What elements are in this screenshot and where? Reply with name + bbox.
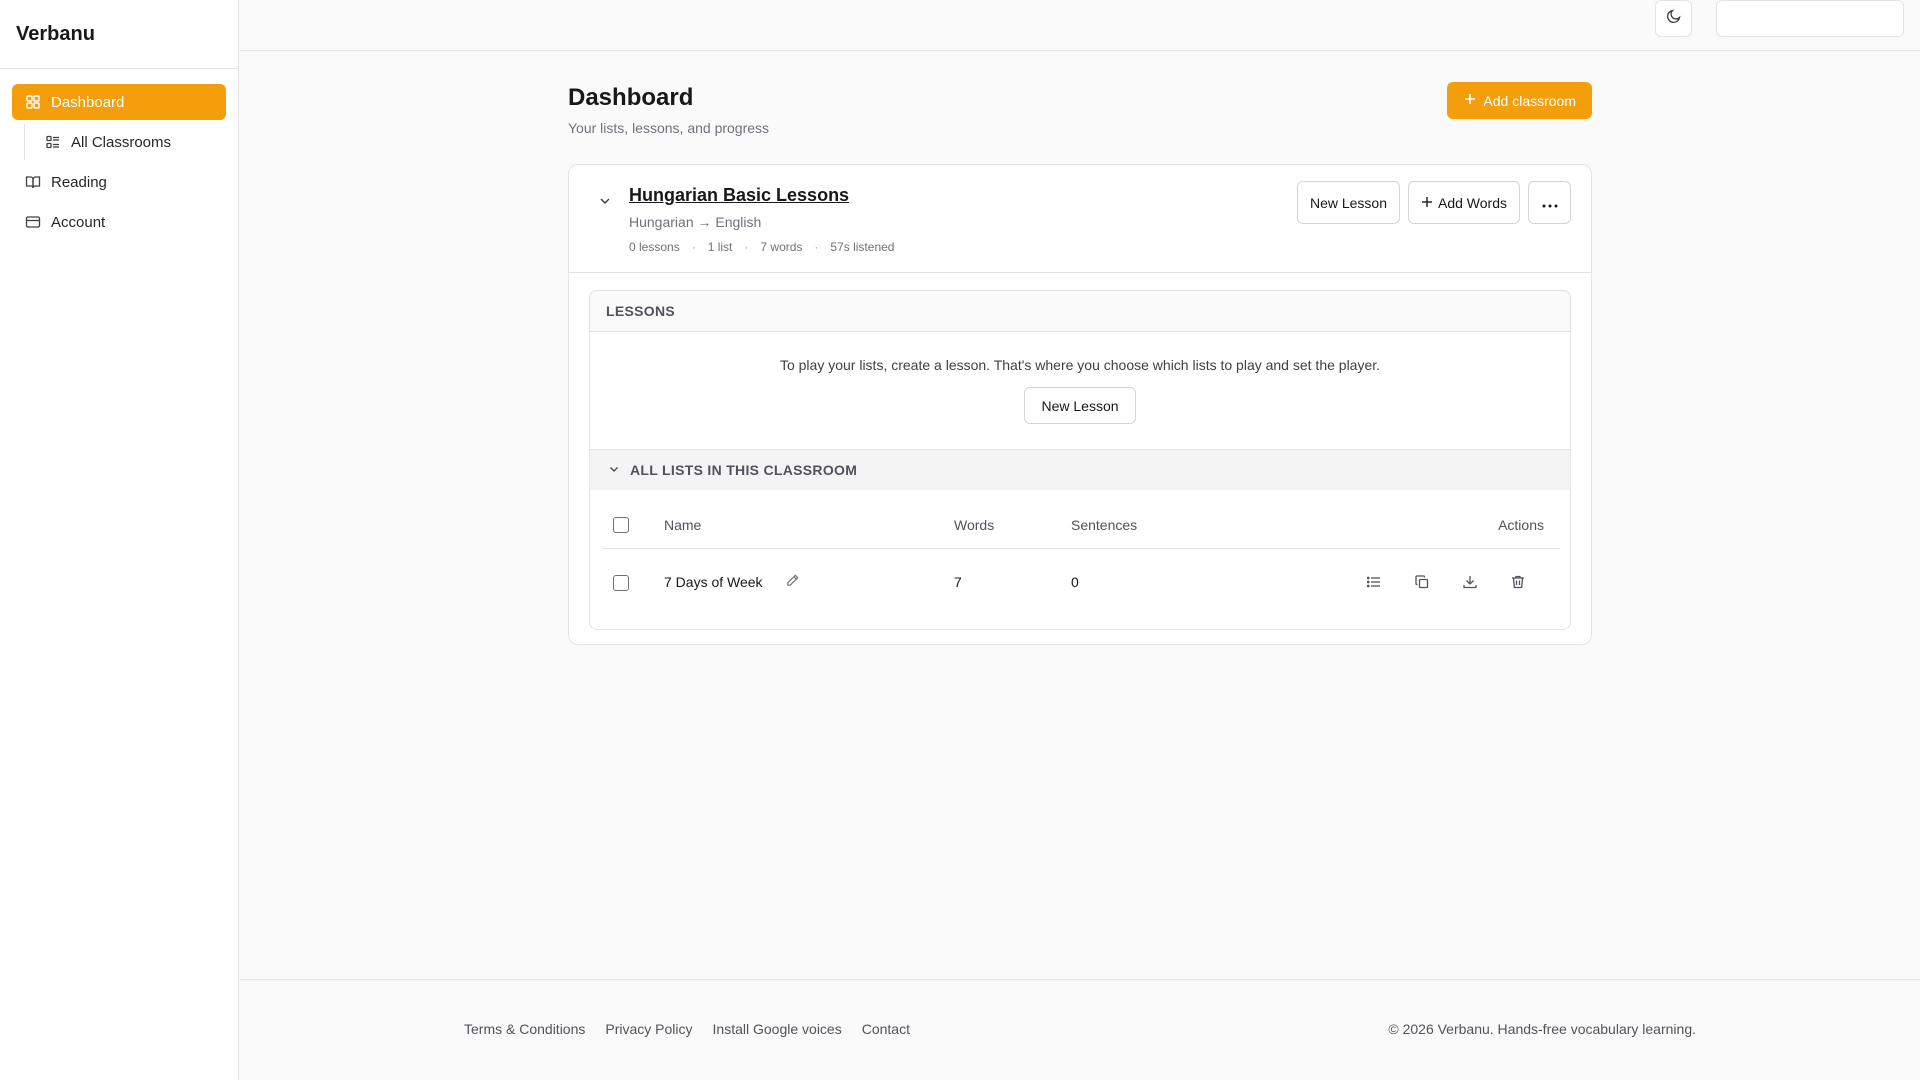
footer: Terms & Conditions Privacy Policy Instal… [240, 979, 1920, 1080]
footer-link-google-voices[interactable]: Install Google voices [713, 1021, 842, 1037]
new-lesson-button-empty[interactable]: New Lesson [1024, 387, 1136, 424]
sidebar-subnav: All Classrooms [24, 124, 226, 160]
list-view-icon[interactable] [1362, 570, 1386, 594]
row-words: 7 [954, 574, 962, 591]
stat-listened: 57s listened [830, 240, 895, 254]
add-classroom-label: Add classroom [1483, 92, 1576, 109]
list-name[interactable]: 7 Days of Week [664, 574, 763, 590]
table-header-row: Name Words Sentences Actions [602, 502, 1560, 549]
classroom-actions: New Lesson Add Words [1296, 181, 1571, 224]
ellipsis-icon [1542, 195, 1558, 211]
lessons-panel: LESSONS To play your lists, create a les… [589, 290, 1571, 630]
column-actions: Actions [1321, 502, 1560, 549]
lessons-empty-text: To play your lists, create a lesson. Tha… [779, 357, 1381, 373]
classroom-card: Hungarian Basic Lessons Hungarian → Engl… [568, 164, 1592, 645]
chevron-down-icon [608, 462, 620, 478]
sidebar-item-label: Account [51, 213, 106, 231]
separator-dot: · [691, 240, 696, 254]
grid-icon [25, 94, 41, 110]
sidebar-item-account[interactable]: Account [12, 204, 226, 240]
user-menu-box[interactable] [1716, 0, 1904, 37]
lists-table: Name Words Sentences Actions 7 Days of W… [602, 502, 1560, 616]
add-words-label: Add Words [1438, 194, 1507, 211]
select-all-checkbox[interactable] [613, 517, 629, 534]
footer-link-privacy[interactable]: Privacy Policy [605, 1021, 692, 1037]
moon-icon [1666, 8, 1682, 29]
column-words: Words [954, 502, 1071, 549]
footer-link-contact[interactable]: Contact [862, 1021, 910, 1037]
column-name: Name [664, 502, 954, 549]
stat-lists: 1 list [707, 240, 733, 254]
sidebar-item-label: All Classrooms [71, 133, 172, 151]
sidebar-item-reading[interactable]: Reading [12, 164, 226, 200]
all-lists-heading: ALL LISTS IN THIS CLASSROOM [630, 462, 858, 478]
sidebar: Verbanu Dashboard All Classrooms Reading [0, 0, 239, 1080]
plus-icon [1421, 195, 1433, 211]
separator-dot: · [744, 240, 749, 254]
list-icon [45, 134, 61, 150]
more-options-button[interactable] [1528, 181, 1571, 224]
page-title: Dashboard [568, 84, 694, 111]
row-sentences: 0 [1071, 574, 1079, 591]
topbar [240, 0, 1920, 51]
classroom-stats: 0 lessons · 1 list · 7 words · 57s liste… [629, 240, 894, 254]
column-sentences: Sentences [1071, 502, 1321, 549]
sidebar-item-dashboard[interactable]: Dashboard [12, 84, 226, 120]
main-content: Dashboard Your lists, lessons, and progr… [568, 82, 1592, 645]
card-icon [25, 214, 41, 230]
pencil-icon[interactable] [785, 573, 800, 591]
classroom-title[interactable]: Hungarian Basic Lessons [629, 185, 849, 206]
sidebar-item-label: Reading [51, 173, 107, 191]
select-all-cell [602, 502, 664, 549]
book-icon [25, 174, 41, 190]
download-icon[interactable] [1458, 570, 1482, 594]
classroom-languages: Hungarian → English [629, 214, 762, 230]
row-checkbox[interactable] [613, 574, 629, 591]
plus-icon [1463, 92, 1477, 109]
row-name-cell: 7 Days of Week [664, 548, 954, 616]
table-row: 7 Days of Week 7 0 [602, 548, 1560, 616]
theme-toggle-button[interactable] [1655, 0, 1692, 37]
row-actions [1321, 548, 1560, 616]
copy-icon[interactable] [1410, 570, 1434, 594]
page-header: Dashboard Your lists, lessons, and progr… [568, 82, 1592, 162]
footer-links: Terms & Conditions Privacy Policy Instal… [464, 1021, 910, 1037]
separator-dot: · [814, 240, 819, 254]
lessons-heading: LESSONS [590, 291, 1570, 332]
sidebar-item-label: Dashboard [51, 93, 125, 111]
add-words-button[interactable]: Add Words [1408, 181, 1520, 224]
lessons-empty-state: To play your lists, create a lesson. Tha… [590, 332, 1570, 450]
page-subtitle: Your lists, lessons, and progress [568, 120, 770, 136]
row-select-cell [602, 548, 664, 616]
stat-words: 7 words [760, 240, 803, 254]
stat-lessons: 0 lessons [629, 240, 680, 254]
trash-icon[interactable] [1506, 570, 1530, 594]
app-logo[interactable]: Verbanu [0, 0, 238, 69]
sidebar-nav: Dashboard All Classrooms Reading Account [0, 69, 238, 259]
add-classroom-button[interactable]: Add classroom [1447, 82, 1592, 119]
all-lists-toggle[interactable]: ALL LISTS IN THIS CLASSROOM [590, 450, 1570, 490]
new-lesson-button[interactable]: New Lesson [1296, 181, 1400, 224]
footer-link-terms[interactable]: Terms & Conditions [464, 1021, 585, 1037]
footer-copyright: © 2026 Verbanu. Hands-free vocabulary le… [1388, 1021, 1696, 1037]
classroom-header: Hungarian Basic Lessons Hungarian → Engl… [569, 165, 1591, 273]
chevron-down-icon[interactable] [597, 193, 613, 209]
sidebar-item-all-classrooms[interactable]: All Classrooms [34, 124, 226, 160]
